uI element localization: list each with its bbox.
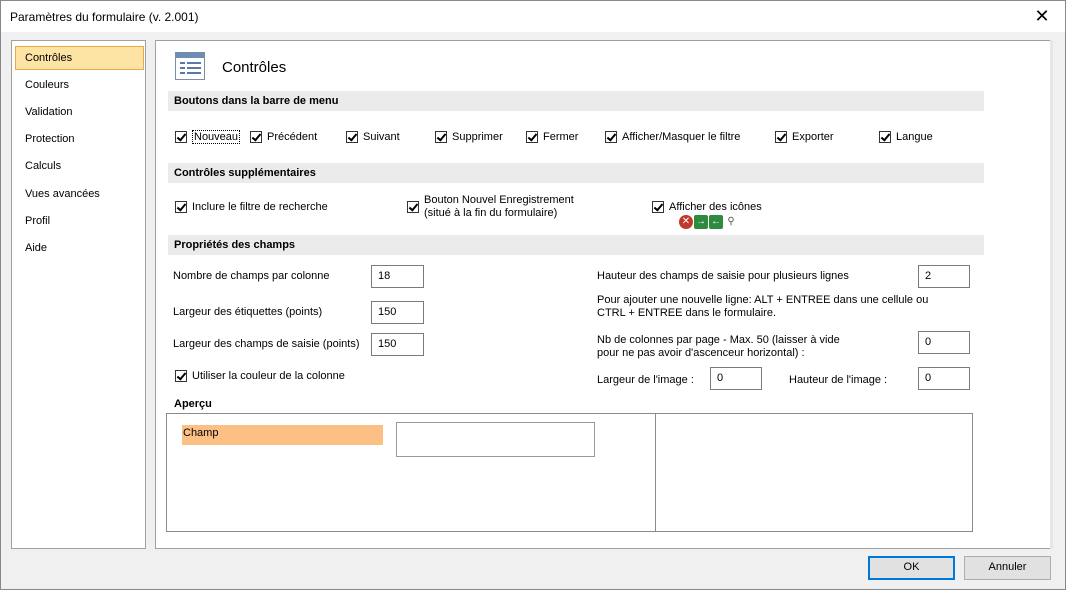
image-height-input[interactable]: 0 <box>918 367 970 390</box>
checkbox-suivant[interactable]: Suivant <box>346 129 400 145</box>
sidebar-item-label: Validation <box>25 106 73 118</box>
checkbox-label: Supprimer <box>452 131 503 143</box>
close-icon[interactable]: ✕ <box>1019 1 1065 32</box>
input-width-input[interactable]: 150 <box>371 333 424 356</box>
checkbox-fermer[interactable]: Fermer <box>526 129 578 145</box>
checkbox-search-filter[interactable]: Inclure le filtre de recherche <box>175 199 328 215</box>
fields-per-column-label: Nombre de champs par colonne <box>173 270 330 282</box>
checkbox-label: Langue <box>896 131 933 143</box>
sidebar-item-aide[interactable]: Aide <box>15 236 144 260</box>
new-record-label-line2: (situé à la fin du formulaire) <box>424 207 558 219</box>
cols-per-page-line1: Nb de colonnes par page - Max. 50 (laiss… <box>597 334 840 346</box>
checkbox-precedent[interactable]: Précédent <box>250 129 317 145</box>
checkbox-label: Précédent <box>267 131 318 143</box>
prev-arrow-icon: ← <box>709 215 723 229</box>
multiline-height-label: Hauteur des champs de saisie pour plusie… <box>597 270 849 282</box>
checkbox-label: Utiliser la couleur de la colonne <box>192 370 345 382</box>
label-width-label: Largeur des étiquettes (points) <box>173 306 323 318</box>
fields-per-column-input[interactable]: 18 <box>371 265 424 288</box>
newline-hint-line2: CTRL + ENTREE dans le formulaire. <box>597 307 777 319</box>
image-height-label: Hauteur de l'image : <box>789 374 888 386</box>
form-layout-icon <box>175 52 205 80</box>
preview-heading: Aperçu <box>174 398 212 410</box>
checkbox-nouveau[interactable]: Nouveau <box>175 129 241 145</box>
page-title: Contrôles <box>222 59 287 76</box>
checkbox-label: Nouveau <box>192 130 241 144</box>
icon-preview-row: ✕ → ← ⚲ <box>679 215 738 229</box>
new-record-label-line1: Bouton Nouvel Enregistrement <box>424 194 574 206</box>
multiline-height-input[interactable]: 2 <box>918 265 970 288</box>
sidebar-item-label: Vues avancées <box>25 188 100 200</box>
sidebar-item-couleurs[interactable]: Couleurs <box>15 73 144 97</box>
title-bar: Paramètres du formulaire (v. 2.001) ✕ <box>1 1 1065 32</box>
section-menu-buttons: Boutons dans la barre de menu <box>168 91 984 111</box>
filter-icon: ⚲ <box>727 216 735 227</box>
sidebar-item-validation[interactable]: Validation <box>15 100 144 124</box>
preview-divider <box>655 413 656 532</box>
sidebar-item-profil[interactable]: Profil <box>15 209 144 233</box>
sidebar-item-label: Couleurs <box>25 79 70 91</box>
preview-field-label: Champ <box>182 425 383 445</box>
image-width-input[interactable]: 0 <box>710 367 762 390</box>
label-width-input[interactable]: 150 <box>371 301 424 324</box>
checkbox-label: Fermer <box>543 131 579 143</box>
sidebar-item-label: Calculs <box>25 160 62 172</box>
checkbox-box[interactable] <box>879 131 891 143</box>
newline-hint-line1: Pour ajouter une nouvelle ligne: ALT + E… <box>597 294 929 306</box>
checkbox-label: Inclure le filtre de recherche <box>192 201 328 213</box>
sidebar-item-protection[interactable]: Protection <box>15 127 144 151</box>
ok-button[interactable]: OK <box>868 556 955 580</box>
sidebar-item-controles[interactable]: Contrôles <box>15 46 144 70</box>
cancel-button[interactable]: Annuler <box>964 556 1051 580</box>
sidebar: Contrôles Couleurs Validation Protection… <box>11 40 146 549</box>
checkbox-label: Exporter <box>792 131 834 143</box>
checkbox-box[interactable] <box>175 131 187 143</box>
image-width-label: Largeur de l'image : <box>597 374 694 386</box>
checkbox-box[interactable] <box>652 201 664 213</box>
checkbox-afficher-masquer-filtre[interactable]: Afficher/Masquer le filtre <box>605 129 740 145</box>
checkbox-label: Suivant <box>363 131 400 143</box>
checkbox-box[interactable] <box>175 201 187 213</box>
section-extra-controls: Contrôles supplémentaires <box>168 163 984 183</box>
checkbox-box[interactable] <box>775 131 787 143</box>
checkbox-show-icons[interactable]: Afficher des icônes <box>652 199 762 215</box>
sidebar-item-label: Protection <box>25 133 75 145</box>
preview-field-input <box>396 422 595 457</box>
checkbox-box[interactable] <box>605 131 617 143</box>
cols-per-page-line2: pour ne pas avoir d'ascenceur horizontal… <box>597 347 805 359</box>
input-width-label: Largeur des champs de saisie (points) <box>173 338 360 350</box>
delete-icon: ✕ <box>679 215 693 229</box>
checkbox-exporter[interactable]: Exporter <box>775 129 834 145</box>
checkbox-box[interactable] <box>346 131 358 143</box>
window-title: Paramètres du formulaire (v. 2.001) <box>10 10 199 24</box>
checkbox-box[interactable] <box>435 131 447 143</box>
checkbox-langue[interactable]: Langue <box>879 129 933 145</box>
sidebar-item-label: Contrôles <box>25 52 73 64</box>
checkbox-supprimer[interactable]: Supprimer <box>435 129 503 145</box>
checkbox-use-column-color[interactable]: Utiliser la couleur de la colonne <box>175 368 345 384</box>
sidebar-item-vues-avancees[interactable]: Vues avancées <box>15 182 144 206</box>
checkbox-label: Afficher/Masquer le filtre <box>622 131 741 143</box>
sidebar-item-label: Aide <box>25 242 48 254</box>
next-arrow-icon: → <box>694 215 708 229</box>
checkbox-box[interactable] <box>407 201 419 213</box>
preview-panel: Champ <box>166 413 973 532</box>
checkbox-box[interactable] <box>250 131 262 143</box>
sidebar-item-calculs[interactable]: Calculs <box>15 154 144 178</box>
cols-per-page-input[interactable]: 0 <box>918 331 970 354</box>
checkbox-new-record-button[interactable] <box>407 199 424 215</box>
checkbox-box[interactable] <box>175 370 187 382</box>
sidebar-item-label: Profil <box>25 215 51 227</box>
checkbox-label: Afficher des icônes <box>669 201 762 213</box>
section-field-props: Propriétés des champs <box>168 235 984 255</box>
scrollbar[interactable] <box>1050 40 1053 549</box>
checkbox-box[interactable] <box>526 131 538 143</box>
